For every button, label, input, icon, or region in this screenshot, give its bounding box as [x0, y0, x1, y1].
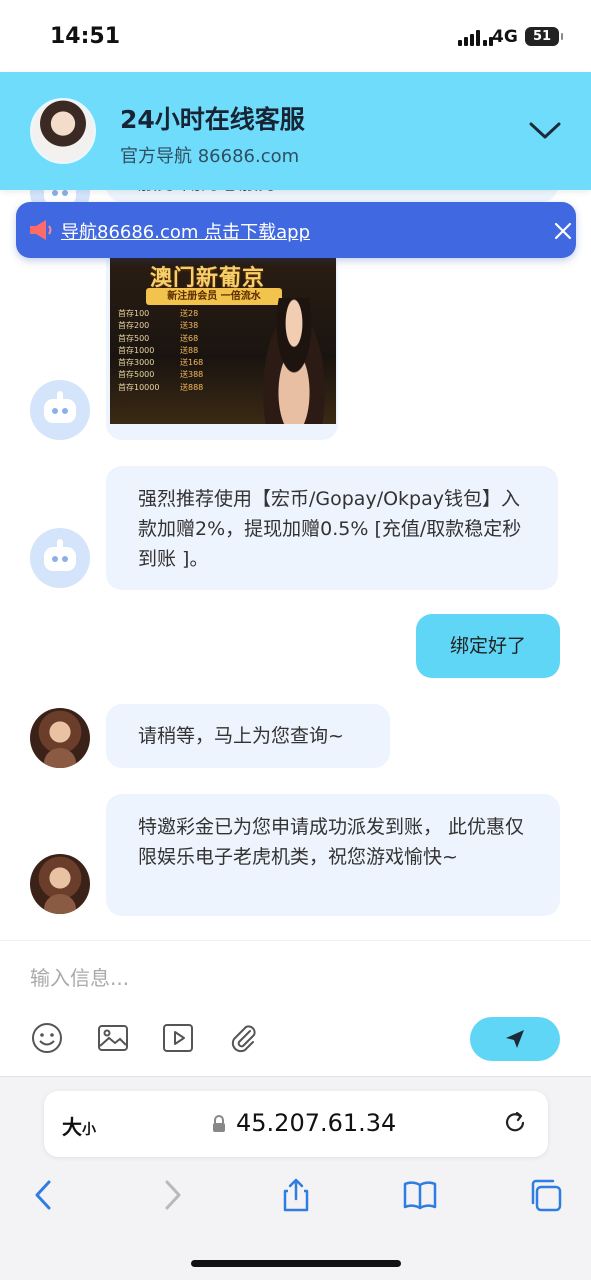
promo-row: 首存10000 送888	[118, 382, 204, 392]
message-input[interactable]	[30, 963, 550, 993]
text-size-label: 大	[62, 1115, 82, 1139]
video-icon[interactable]	[161, 1021, 195, 1055]
message-bubble: 请稍等，马上为您查询~	[106, 704, 390, 768]
image-icon[interactable]	[96, 1021, 130, 1055]
message-text: 服务 副刀总服务	[138, 190, 277, 198]
my-message-bubble: 绑定好了	[416, 614, 560, 678]
browser-toolbar: 大小 45.207.61.34	[0, 1076, 591, 1280]
tabs-icon[interactable]	[527, 1177, 563, 1213]
message-text: 强烈推荐使用【宏币/Gopay/Okpay钱包】入款加赠2%，提现加赠0.5% …	[138, 488, 522, 570]
megaphone-icon	[28, 218, 54, 242]
status-time: 14:51	[50, 24, 121, 49]
download-app-link[interactable]: 导航86686.com 点击下载app	[61, 218, 310, 244]
message-text: 请稍等，马上为您查询~	[138, 725, 344, 747]
chat-page: 14:51 4G 51 服务 副刀总服务 澳门新葡京 新注册会员 一倍流水 首存…	[0, 0, 591, 1280]
reload-icon[interactable]	[500, 1109, 530, 1139]
promo-image[interactable]: 澳门新葡京 新注册会员 一倍流水 首存100 送28 首存200 送38 首存500…	[110, 258, 336, 424]
close-icon[interactable]	[552, 220, 574, 242]
chat-messages[interactable]: 服务 副刀总服务 澳门新葡京 新注册会员 一倍流水 首存100送28 首存200…	[0, 190, 591, 940]
bot-avatar	[30, 380, 90, 440]
url-text: 45.207.61.34	[236, 1109, 397, 1137]
page-title: 24小时在线客服	[120, 105, 305, 134]
home-indicator	[191, 1260, 401, 1267]
promo-row: 首存200 送38	[118, 321, 199, 331]
send-button[interactable]	[470, 1017, 560, 1061]
lock-icon	[212, 1115, 226, 1133]
message-bubble: 强烈推荐使用【宏币/Gopay/Okpay钱包】入款加赠2%，提现加赠0.5% …	[106, 466, 558, 590]
bookmarks-icon[interactable]	[402, 1177, 438, 1213]
send-icon	[506, 1030, 524, 1048]
battery-icon: 51	[525, 27, 563, 46]
text-size-label-small: 小	[82, 1122, 96, 1138]
text-size-button[interactable]: 大小	[62, 1111, 96, 1140]
agent-avatar	[30, 854, 90, 914]
promo-row: 首存500 送68	[118, 333, 199, 343]
message-bubble: 特邀彩金已为您申请成功派发到账， 此优惠仅限娱乐电子老虎机类，祝您游戏愉快~	[106, 794, 560, 916]
network-type: 4G	[492, 27, 518, 47]
page-subtitle: 官方导航 86686.com	[120, 146, 300, 167]
promo-row: 首存100 送28	[118, 309, 199, 318]
promo-row: 首存3000 送168	[118, 358, 204, 368]
download-banner: 导航86686.com 点击下载app	[16, 202, 576, 258]
promo-row: 首存5000 送388	[118, 370, 204, 380]
address-bar[interactable]: 大小 45.207.61.34	[44, 1091, 548, 1157]
promo-model-figure	[258, 298, 330, 424]
chevron-down-icon[interactable]	[526, 112, 564, 150]
promo-table: 首存100 送28 首存200 送38 首存500 送68 首存1000 送88 首存3…	[118, 308, 248, 394]
forward-icon[interactable]	[154, 1177, 190, 1213]
chat-header: 24小时在线客服 官方导航 86686.com	[0, 72, 591, 190]
share-icon[interactable]	[278, 1177, 314, 1213]
signal-icon	[458, 30, 493, 46]
status-bar: 14:51 4G 51	[0, 0, 591, 72]
back-icon[interactable]	[26, 1177, 62, 1213]
message-composer	[0, 940, 591, 1076]
emoji-icon[interactable]	[30, 1021, 64, 1055]
promo-row: 首存1000 送88	[118, 345, 199, 355]
service-avatar	[30, 98, 96, 164]
message-text: 绑定好了	[449, 635, 526, 657]
agent-avatar	[30, 708, 90, 768]
attachment-icon[interactable]	[226, 1021, 260, 1055]
message-bubble: 服务 副刀总服务	[106, 190, 558, 202]
bot-avatar	[30, 528, 90, 588]
message-text: 特邀彩金已为您申请成功派发到账， 此优惠仅限娱乐电子老虎机类，祝您游戏愉快~	[138, 816, 525, 868]
